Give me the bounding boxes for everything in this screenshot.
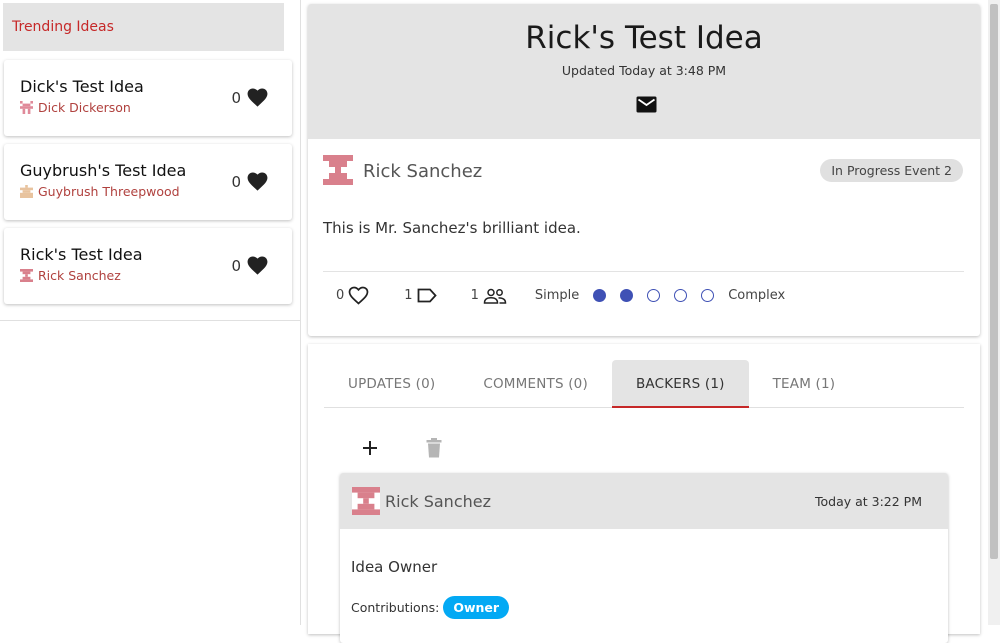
complexity-dot[interactable] [647,289,661,302]
sidebar: Trending Ideas Dick's Test Idea Dick Dic… [0,0,301,625]
idea-card-title: Rick's Test Idea [20,245,143,264]
tab-bar: UPDATES (0) COMMENTS (0) BACKERS (1) TEA… [324,360,964,408]
idea-card-title: Guybrush's Test Idea [20,161,187,180]
tab-updates[interactable]: UPDATES (0) [324,360,459,408]
idea-stats: 0 1 1 Simple Complex [336,286,785,305]
complexity-dot[interactable] [620,289,634,302]
idea-card-likes[interactable]: 0 [231,172,268,191]
author-avatar [323,155,353,185]
sidebar-divider [0,320,301,321]
idea-detail-card: Rick's Test Idea Updated Today at 3:48 P… [308,4,980,336]
backer-contributions: Contributions: Owner [351,596,510,619]
mail-icon[interactable] [636,96,657,113]
avatar [20,185,33,198]
tab-backers[interactable]: BACKERS (1) [611,360,749,408]
tab-comments[interactable]: COMMENTS (0) [459,360,612,408]
complexity-dots [586,289,721,302]
people-icon [483,288,507,304]
backer-card: Rick Sanchez Today at 3:22 PM Idea Owner… [340,473,948,643]
heart-icon [247,172,268,191]
complexity-dot[interactable] [701,289,715,302]
idea-card-author: Rick Sanchez [20,268,121,283]
heart-icon [247,88,268,107]
idea-card-author: Guybrush Threepwood [20,184,180,199]
heart-icon [247,256,268,275]
label-icon [417,288,437,303]
likes-count: 0 [231,256,241,275]
scrollbar-thumb[interactable] [990,4,998,559]
complexity-dot[interactable] [674,289,688,302]
add-icon[interactable] [360,438,380,458]
heart-outline-icon[interactable] [348,286,369,305]
backer-role: Idea Owner [351,558,438,576]
likes-count: 0 [231,172,241,191]
author-name[interactable]: Rick Sanchez [363,161,482,182]
like-count: 0 [336,288,345,303]
idea-card-author-name[interactable]: Rick Sanchez [38,268,121,283]
divider [323,271,964,272]
updated-timestamp: Updated Today at 3:48 PM [561,63,727,78]
contribution-badge: Owner [443,596,510,619]
contributions-label: Contributions: [351,600,440,615]
idea-card-author: Dick Dickerson [20,100,131,115]
likes-count: 0 [231,88,241,107]
idea-card-guybrush[interactable]: Guybrush's Test Idea Guybrush Threepwood… [4,144,292,220]
delete-icon[interactable] [426,438,442,458]
scrollbar[interactable] [988,0,1000,625]
backer-name[interactable]: Rick Sanchez [385,492,491,511]
backer-avatar [352,487,380,515]
status-badge: In Progress Event 2 [820,159,963,182]
tag-count: 1 [404,288,413,303]
idea-header: Rick's Test Idea Updated Today at 3:48 P… [308,4,980,139]
complexity-dot[interactable] [593,289,607,302]
tab-team[interactable]: TEAM (1) [749,360,860,408]
backer-stat[interactable]: 1 [471,288,507,304]
idea-description: This is Mr. Sanchez's brilliant idea. [323,219,581,237]
idea-card-dick[interactable]: Dick's Test Idea Dick Dickerson 0 [4,60,292,136]
complexity-high-label: Complex [728,288,786,303]
like-stat[interactable]: 0 [336,286,369,305]
complexity-scale: Simple Complex [535,288,785,303]
idea-card-likes[interactable]: 0 [231,256,268,275]
backer-card-header: Rick Sanchez Today at 3:22 PM [340,473,948,529]
idea-card-likes[interactable]: 0 [231,88,268,107]
backer-count: 1 [470,288,479,303]
idea-card-author-name[interactable]: Guybrush Threepwood [38,184,180,199]
idea-card-author-name[interactable]: Dick Dickerson [38,100,131,115]
idea-card-title: Dick's Test Idea [20,77,144,96]
backer-timestamp: Today at 3:22 PM [814,494,922,509]
complexity-low-label: Simple [534,288,580,303]
page-title: Rick's Test Idea [525,20,763,56]
avatar [20,269,33,282]
trending-ideas-header[interactable]: Trending Ideas [3,3,284,51]
idea-card-rick[interactable]: Rick's Test Idea Rick Sanchez 0 [4,228,292,304]
avatar [20,101,33,114]
tabs-panel: UPDATES (0) COMMENTS (0) BACKERS (1) TEA… [308,344,980,643]
tag-stat[interactable]: 1 [404,288,437,303]
